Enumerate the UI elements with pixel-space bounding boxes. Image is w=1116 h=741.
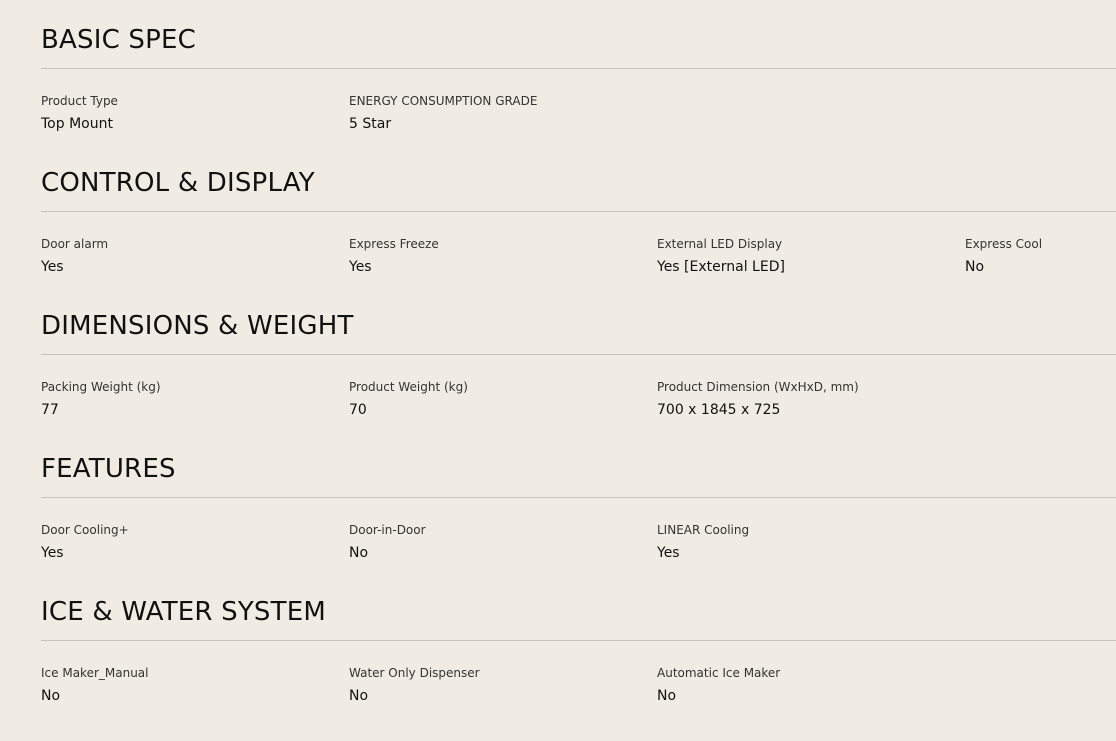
spec-label: Automatic Ice Maker (657, 666, 781, 680)
spec-item-express-freeze: Express Freeze Yes (349, 236, 657, 276)
spec-value: Yes (41, 259, 64, 275)
spec-value: Top Mount (41, 116, 113, 132)
spec-label: Product Weight (kg) (349, 380, 468, 394)
section-divider (41, 211, 1116, 212)
section-title: BASIC SPEC (41, 25, 196, 55)
spec-label: Product Type (41, 94, 118, 108)
spec-label: External LED Display (657, 237, 783, 251)
section-title: DIMENSIONS & WEIGHT (41, 311, 354, 341)
spec-item-packing-weight: Packing Weight (kg) 77 (41, 379, 349, 419)
spec-label: Express Freeze (349, 237, 439, 251)
spec-value: Yes (349, 259, 372, 275)
spec-value: 77 (41, 402, 59, 418)
spec-value: No (349, 545, 369, 561)
spec-item-linear-cooling: LINEAR Cooling Yes (657, 522, 965, 562)
section-divider (41, 497, 1116, 498)
spec-value: 700 x 1845 x 725 (657, 402, 781, 418)
spec-item-door-alarm: Door alarm Yes (41, 236, 349, 276)
spec-label: Door Cooling+ (41, 523, 129, 537)
spec-item-product-type: Product Type Top Mount (41, 93, 349, 133)
spec-label: Ice Maker_Manual (41, 666, 149, 680)
spec-grid: Product Type Top Mount ENERGY CONSUMPTIO… (41, 93, 1116, 133)
spec-grid: Packing Weight (kg) 77 Product Weight (k… (41, 379, 1116, 419)
spec-grid: Ice Maker_Manual No Water Only Dispenser… (41, 665, 1116, 705)
spec-value: No (349, 688, 369, 704)
section-control-display: CONTROL & DISPLAY Door alarm Yes Express… (41, 143, 1116, 286)
spec-item-ice-maker-manual: Ice Maker_Manual No (41, 665, 349, 705)
section-dimensions-weight: DIMENSIONS & WEIGHT Packing Weight (kg) … (41, 286, 1116, 429)
section-features: FEATURES Door Cooling+ Yes Door-in-Door … (41, 429, 1116, 572)
spec-item-door-in-door: Door-in-Door No (349, 522, 657, 562)
spec-item-product-weight: Product Weight (kg) 70 (349, 379, 657, 419)
spec-list: BASIC SPEC Product Type Top Mount ENERGY… (41, 0, 1116, 715)
section-title: FEATURES (41, 454, 176, 484)
section-ice-water-system: ICE & WATER SYSTEM Ice Maker_Manual No W… (41, 572, 1116, 715)
section-title: CONTROL & DISPLAY (41, 168, 315, 198)
spec-label: Express Cool (965, 237, 1043, 251)
section-divider (41, 640, 1116, 641)
spec-value: Yes (41, 545, 64, 561)
spec-item-water-only-dispenser: Water Only Dispenser No (349, 665, 657, 705)
section-divider (41, 354, 1116, 355)
spec-grid: Door Cooling+ Yes Door-in-Door No LINEAR… (41, 522, 1116, 562)
spec-grid: Door alarm Yes Express Freeze Yes Extern… (41, 236, 1116, 276)
spec-item-door-cooling: Door Cooling+ Yes (41, 522, 349, 562)
spec-label: Water Only Dispenser (349, 666, 480, 680)
spec-label: Product Dimension (WxHxD, mm) (657, 380, 859, 394)
spec-value: 70 (349, 402, 367, 418)
section-basic-spec: BASIC SPEC Product Type Top Mount ENERGY… (41, 0, 1116, 143)
spec-item-automatic-ice-maker: Automatic Ice Maker No (657, 665, 965, 705)
spec-value: Yes (657, 545, 680, 561)
spec-label: Door alarm (41, 237, 109, 251)
spec-label: ENERGY CONSUMPTION GRADE (349, 94, 538, 108)
spec-item-express-cool: Express Cool No (965, 236, 1116, 276)
spec-value: No (657, 688, 677, 704)
section-divider (41, 68, 1116, 69)
spec-label: Door-in-Door (349, 523, 426, 537)
spec-value: No (965, 259, 985, 275)
spec-value: Yes [External LED] (657, 259, 785, 275)
spec-item-product-dimension: Product Dimension (WxHxD, mm) 700 x 1845… (657, 379, 965, 419)
spec-item-external-led-display: External LED Display Yes [External LED] (657, 236, 965, 276)
spec-item-energy-consumption-grade: ENERGY CONSUMPTION GRADE 5 Star (349, 93, 657, 133)
spec-label: LINEAR Cooling (657, 523, 750, 537)
spec-value: 5 Star (349, 116, 392, 132)
spec-label: Packing Weight (kg) (41, 380, 161, 394)
spec-value: No (41, 688, 61, 704)
section-title: ICE & WATER SYSTEM (41, 597, 326, 627)
